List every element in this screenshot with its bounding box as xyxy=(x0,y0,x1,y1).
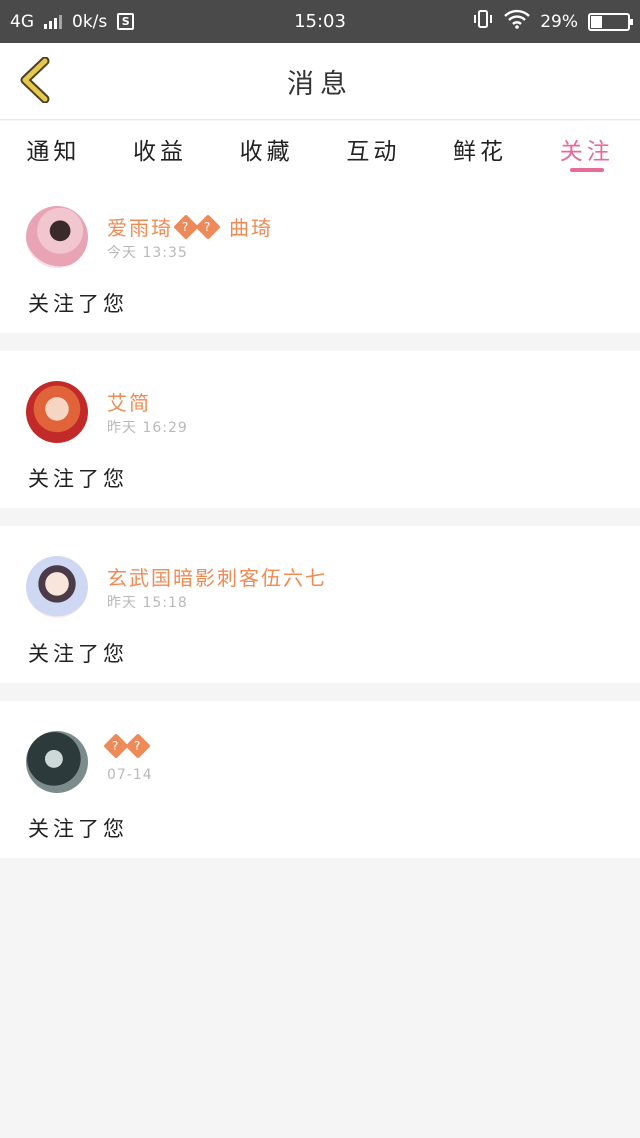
message-time: 昨天 15:18 xyxy=(107,595,188,611)
s-badge-icon: S xyxy=(117,13,135,30)
avatar[interactable] xyxy=(26,556,88,618)
list-item[interactable]: ? ? 07-14 关注了您 xyxy=(0,701,640,858)
tab-following[interactable]: 关注 xyxy=(533,121,640,176)
user-name[interactable]: 艾简 xyxy=(107,387,151,416)
vibrate-icon xyxy=(472,8,494,35)
tab-notifications[interactable]: 通知 xyxy=(0,121,107,176)
network-speed: 0k/s xyxy=(72,11,108,32)
unknown-glyph-icon: ? xyxy=(195,213,221,240)
message-text: 关注了您 xyxy=(28,292,128,316)
tab-earnings[interactable]: 收益 xyxy=(107,121,214,176)
unknown-glyph-icon: ? xyxy=(125,733,151,759)
message-time: 07-14 xyxy=(107,767,153,783)
list-item[interactable]: 艾简 昨天 16:29 关注了您 xyxy=(0,351,640,508)
tab-favorites[interactable]: 收藏 xyxy=(213,121,320,176)
avatar[interactable] xyxy=(26,731,88,793)
tab-bar: 通知 收益 收藏 互动 鲜花 关注 xyxy=(0,121,640,176)
page-title: 消息 xyxy=(287,68,353,100)
status-time: 15:03 xyxy=(294,11,346,32)
tab-interactions[interactable]: 互动 xyxy=(320,121,427,176)
avatar[interactable] xyxy=(26,381,88,443)
status-right: 29% ⚡ xyxy=(472,8,633,35)
status-bar: 4G 0k/s S 15:03 29% ⚡ xyxy=(0,0,640,43)
signal-icon xyxy=(44,14,62,29)
message-text: 关注了您 xyxy=(28,642,128,666)
user-name[interactable]: 玄武国暗影刺客伍六七 xyxy=(107,562,327,591)
avatar[interactable] xyxy=(26,206,88,268)
message-time: 昨天 16:29 xyxy=(107,420,188,436)
network-type: 4G xyxy=(10,11,34,32)
message-time: 今天 13:35 xyxy=(107,245,188,261)
chevron-left-icon xyxy=(17,56,51,107)
status-left: 4G 0k/s S xyxy=(10,11,135,32)
wifi-icon xyxy=(504,9,531,34)
list-item[interactable]: 玄武国暗影刺客伍六七 昨天 15:18 关注了您 xyxy=(0,526,640,683)
battery-percent: 29% xyxy=(540,11,578,32)
user-name[interactable]: 爱雨琦 ? ? 曲琦 xyxy=(107,212,273,241)
tab-flowers[interactable]: 鲜花 xyxy=(427,121,534,176)
user-name[interactable]: ? ? xyxy=(103,733,151,759)
message-text: 关注了您 xyxy=(28,467,128,491)
message-list: 爱雨琦 ? ? 曲琦 今天 13:35 关注了您 艾简 昨天 16:29 关注了… xyxy=(0,176,640,876)
back-button[interactable] xyxy=(14,56,54,107)
list-item[interactable]: 爱雨琦 ? ? 曲琦 今天 13:35 关注了您 xyxy=(0,176,640,333)
message-text: 关注了您 xyxy=(28,817,128,841)
header: 消息 xyxy=(0,43,640,120)
battery-icon: ⚡ xyxy=(588,12,633,31)
